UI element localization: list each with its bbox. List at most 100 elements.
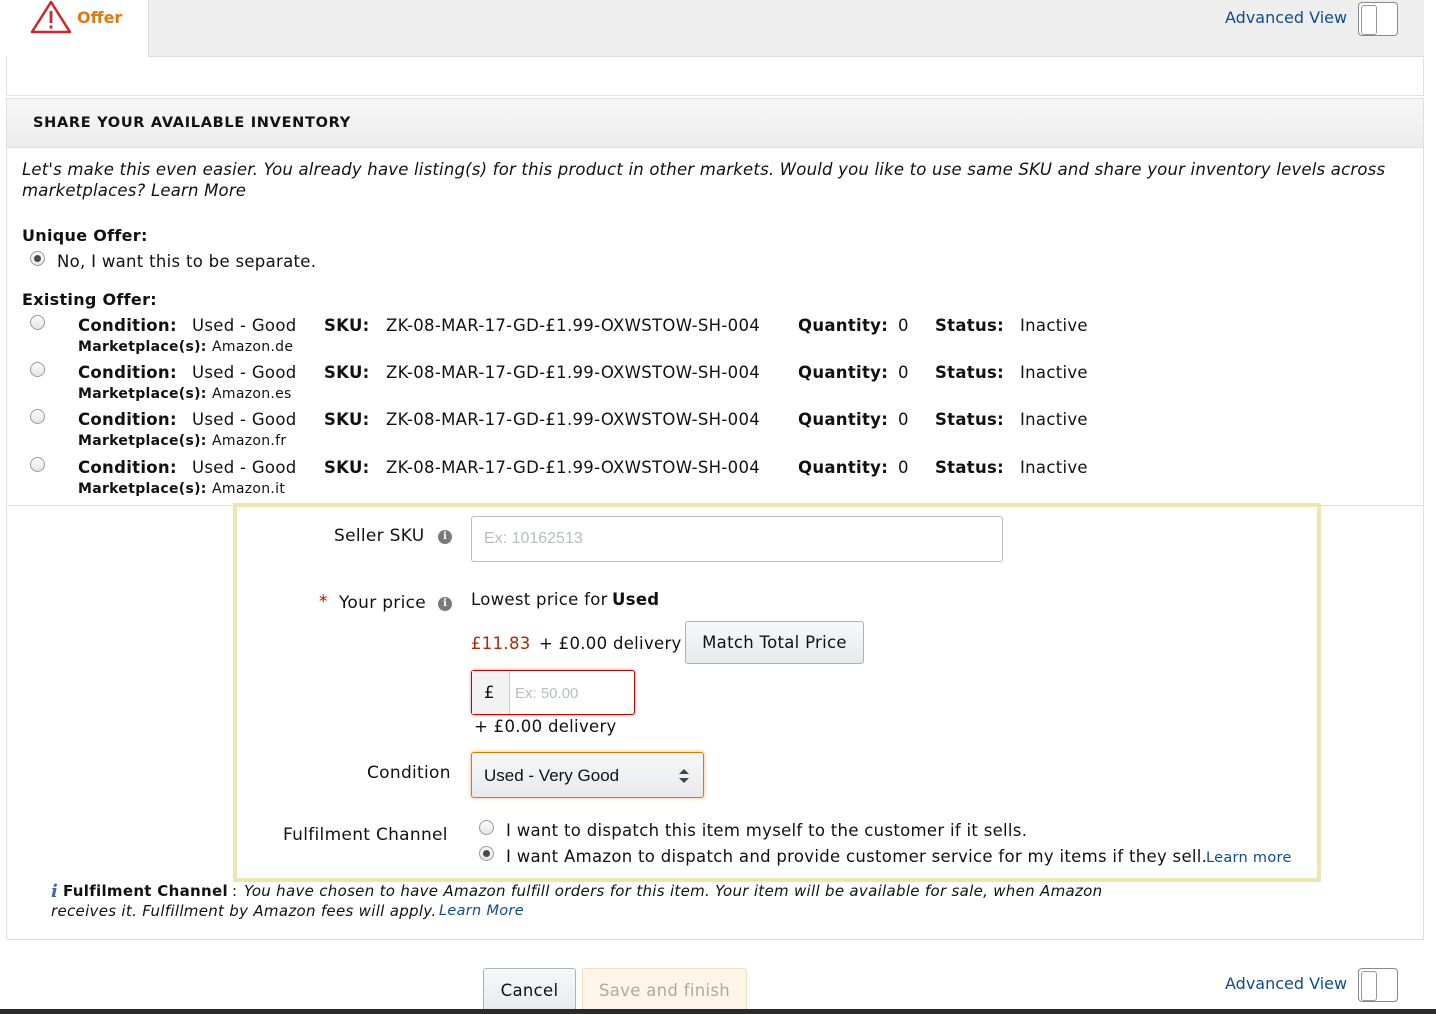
existing-offer-radio[interactable] [30,457,45,472]
advanced-view-toggle[interactable] [1358,2,1398,36]
note-title: Fulfilment Channel [63,882,228,900]
offer-sku-value: ZK-08-MAR-17-GD-£1.99-OXWSTOW-SH-004 [386,316,761,335]
unique-offer-label: Unique Offer: [22,226,148,245]
offer-status-value: Inactive [1020,410,1088,429]
sku-label: SKU: [324,363,370,382]
condition-select[interactable]: Used - Very Good [471,752,704,798]
offer-sku-value: ZK-08-MAR-17-GD-£1.99-OXWSTOW-SH-004 [386,458,761,477]
existing-offer-label: Existing Offer: [22,290,157,309]
price-input[interactable]: £ Ex: 50.00 [471,670,635,715]
match-total-price-button[interactable]: Match Total Price [685,621,864,664]
select-arrows-icon [678,767,690,789]
tab-bar [6,0,1424,57]
quantity-label: Quantity: [798,410,889,429]
sku-label: SKU: [324,410,370,429]
info-icon[interactable]: i [438,530,452,544]
fulfilment-merchant-label: I want to dispatch this item myself to t… [506,821,1028,840]
note-learn-more-link[interactable]: Learn More [439,903,524,919]
price-placeholder: Ex: 50.00 [515,685,579,702]
fulfilment-channel-label: Fulfilment Channel [283,825,448,845]
info-icon: i [51,881,58,902]
quantity-label: Quantity: [798,316,889,335]
offer-status-value: Inactive [1020,458,1088,477]
seller-sku-input[interactable]: Ex: 10162513 [471,516,1003,562]
lowest-price-condition: Used [612,590,660,609]
offer-sku-value: ZK-08-MAR-17-GD-£1.99-OXWSTOW-SH-004 [386,363,761,382]
sku-label: SKU: [324,316,370,335]
quantity-label: Quantity: [798,363,889,382]
advanced-view-toggle-bottom[interactable] [1358,968,1398,1002]
status-label: Status: [935,410,1005,429]
quantity-label: Quantity: [798,458,889,477]
existing-offer-radio[interactable] [30,315,45,330]
marketplaces-label: Marketplace(s): [78,386,207,402]
save-and-finish-button[interactable]: Save and finish [582,968,747,1014]
condition-label: Condition: [78,363,177,382]
marketplaces-label: Marketplace(s): [78,339,207,355]
offer-marketplace-value: Amazon.fr [212,433,287,449]
toggle-knob [1361,971,1377,1001]
offer-sku-value: ZK-08-MAR-17-GD-£1.99-OXWSTOW-SH-004 [386,410,761,429]
share-inventory-section: SHARE YOUR AVAILABLE INVENTORY Let's mak… [6,98,1424,506]
marketplaces-label: Marketplace(s): [78,433,207,449]
lowest-price-value: £11.83 [471,634,531,653]
offer-marketplace-value: Amazon.it [212,481,286,497]
advanced-view-link-bottom[interactable]: Advanced View [1225,974,1347,993]
advanced-view-link[interactable]: Advanced View [1225,8,1347,27]
warning-icon [30,0,72,38]
status-label: Status: [935,458,1005,477]
tab-offer-label: Offer [77,8,123,27]
intro-learn-more-link[interactable]: Learn More [151,181,246,200]
status-label: Status: [935,363,1005,382]
share-inventory-intro: Let's make this even easier. You already… [22,159,1412,201]
lowest-price-delivery: + £0.00 delivery [539,634,682,653]
offer-status-value: Inactive [1020,363,1088,382]
note-separator: : [232,882,238,900]
fulfilment-amazon-label: I want Amazon to dispatch and provide cu… [506,847,1208,866]
currency-symbol: £ [484,683,495,702]
status-label: Status: [935,316,1005,335]
offer-quantity-value: 0 [898,316,909,335]
price-delivery: + £0.00 delivery [474,717,617,736]
existing-offer-radio[interactable] [30,362,45,377]
currency-addon: £ [472,671,510,714]
sku-label: SKU: [324,458,370,477]
info-icon[interactable]: i [438,597,452,611]
unique-offer-radio[interactable] [30,251,45,266]
empty-panel [6,56,1424,96]
existing-offer-radio[interactable] [30,409,45,424]
condition-selected: Used - Very Good [484,766,620,785]
required-marker: * [319,592,328,612]
condition-label: Condition: [78,410,177,429]
fulfilment-merchant-radio[interactable] [479,820,494,835]
offer-marketplace-value: Amazon.es [212,386,292,402]
seller-sku-placeholder: Ex: 10162513 [484,530,583,547]
note-text-line1: You have chosen to have Amazon fulfill o… [244,882,1103,900]
toggle-knob [1361,5,1377,35]
offer-condition-value: Used - Good [192,363,297,382]
fulfilment-amazon-radio[interactable] [479,846,494,861]
tab-offer[interactable]: Offer [6,0,149,57]
lowest-price-prefix: Lowest price for [471,590,608,609]
note-text-line2: receives it. Fulfillment by Amazon fees … [51,902,437,920]
condition-label: Condition: [78,316,177,335]
offer-quantity-value: 0 [898,458,909,477]
unique-offer-option-label: No, I want this to be separate. [57,252,317,271]
offer-status-value: Inactive [1020,316,1088,335]
cancel-button[interactable]: Cancel [483,968,576,1014]
fulfilment-learn-more-link[interactable]: Learn more [1206,850,1292,866]
marketplaces-label: Marketplace(s): [78,481,207,497]
condition-label: Condition: [78,458,177,477]
your-price-label: Your price [339,593,427,613]
offer-quantity-value: 0 [898,410,909,429]
share-inventory-title: SHARE YOUR AVAILABLE INVENTORY [33,115,351,131]
offer-condition-value: Used - Good [192,458,297,477]
seller-sku-label: Seller SKU [334,526,425,546]
share-inventory-header: SHARE YOUR AVAILABLE INVENTORY [7,99,1423,148]
condition-label: Condition [367,763,451,783]
window-bottom-edge [0,1009,1436,1014]
offer-condition-value: Used - Good [192,316,297,335]
offer-condition-value: Used - Good [192,410,297,429]
offer-quantity-value: 0 [898,363,909,382]
offer-marketplace-value: Amazon.de [212,339,294,355]
